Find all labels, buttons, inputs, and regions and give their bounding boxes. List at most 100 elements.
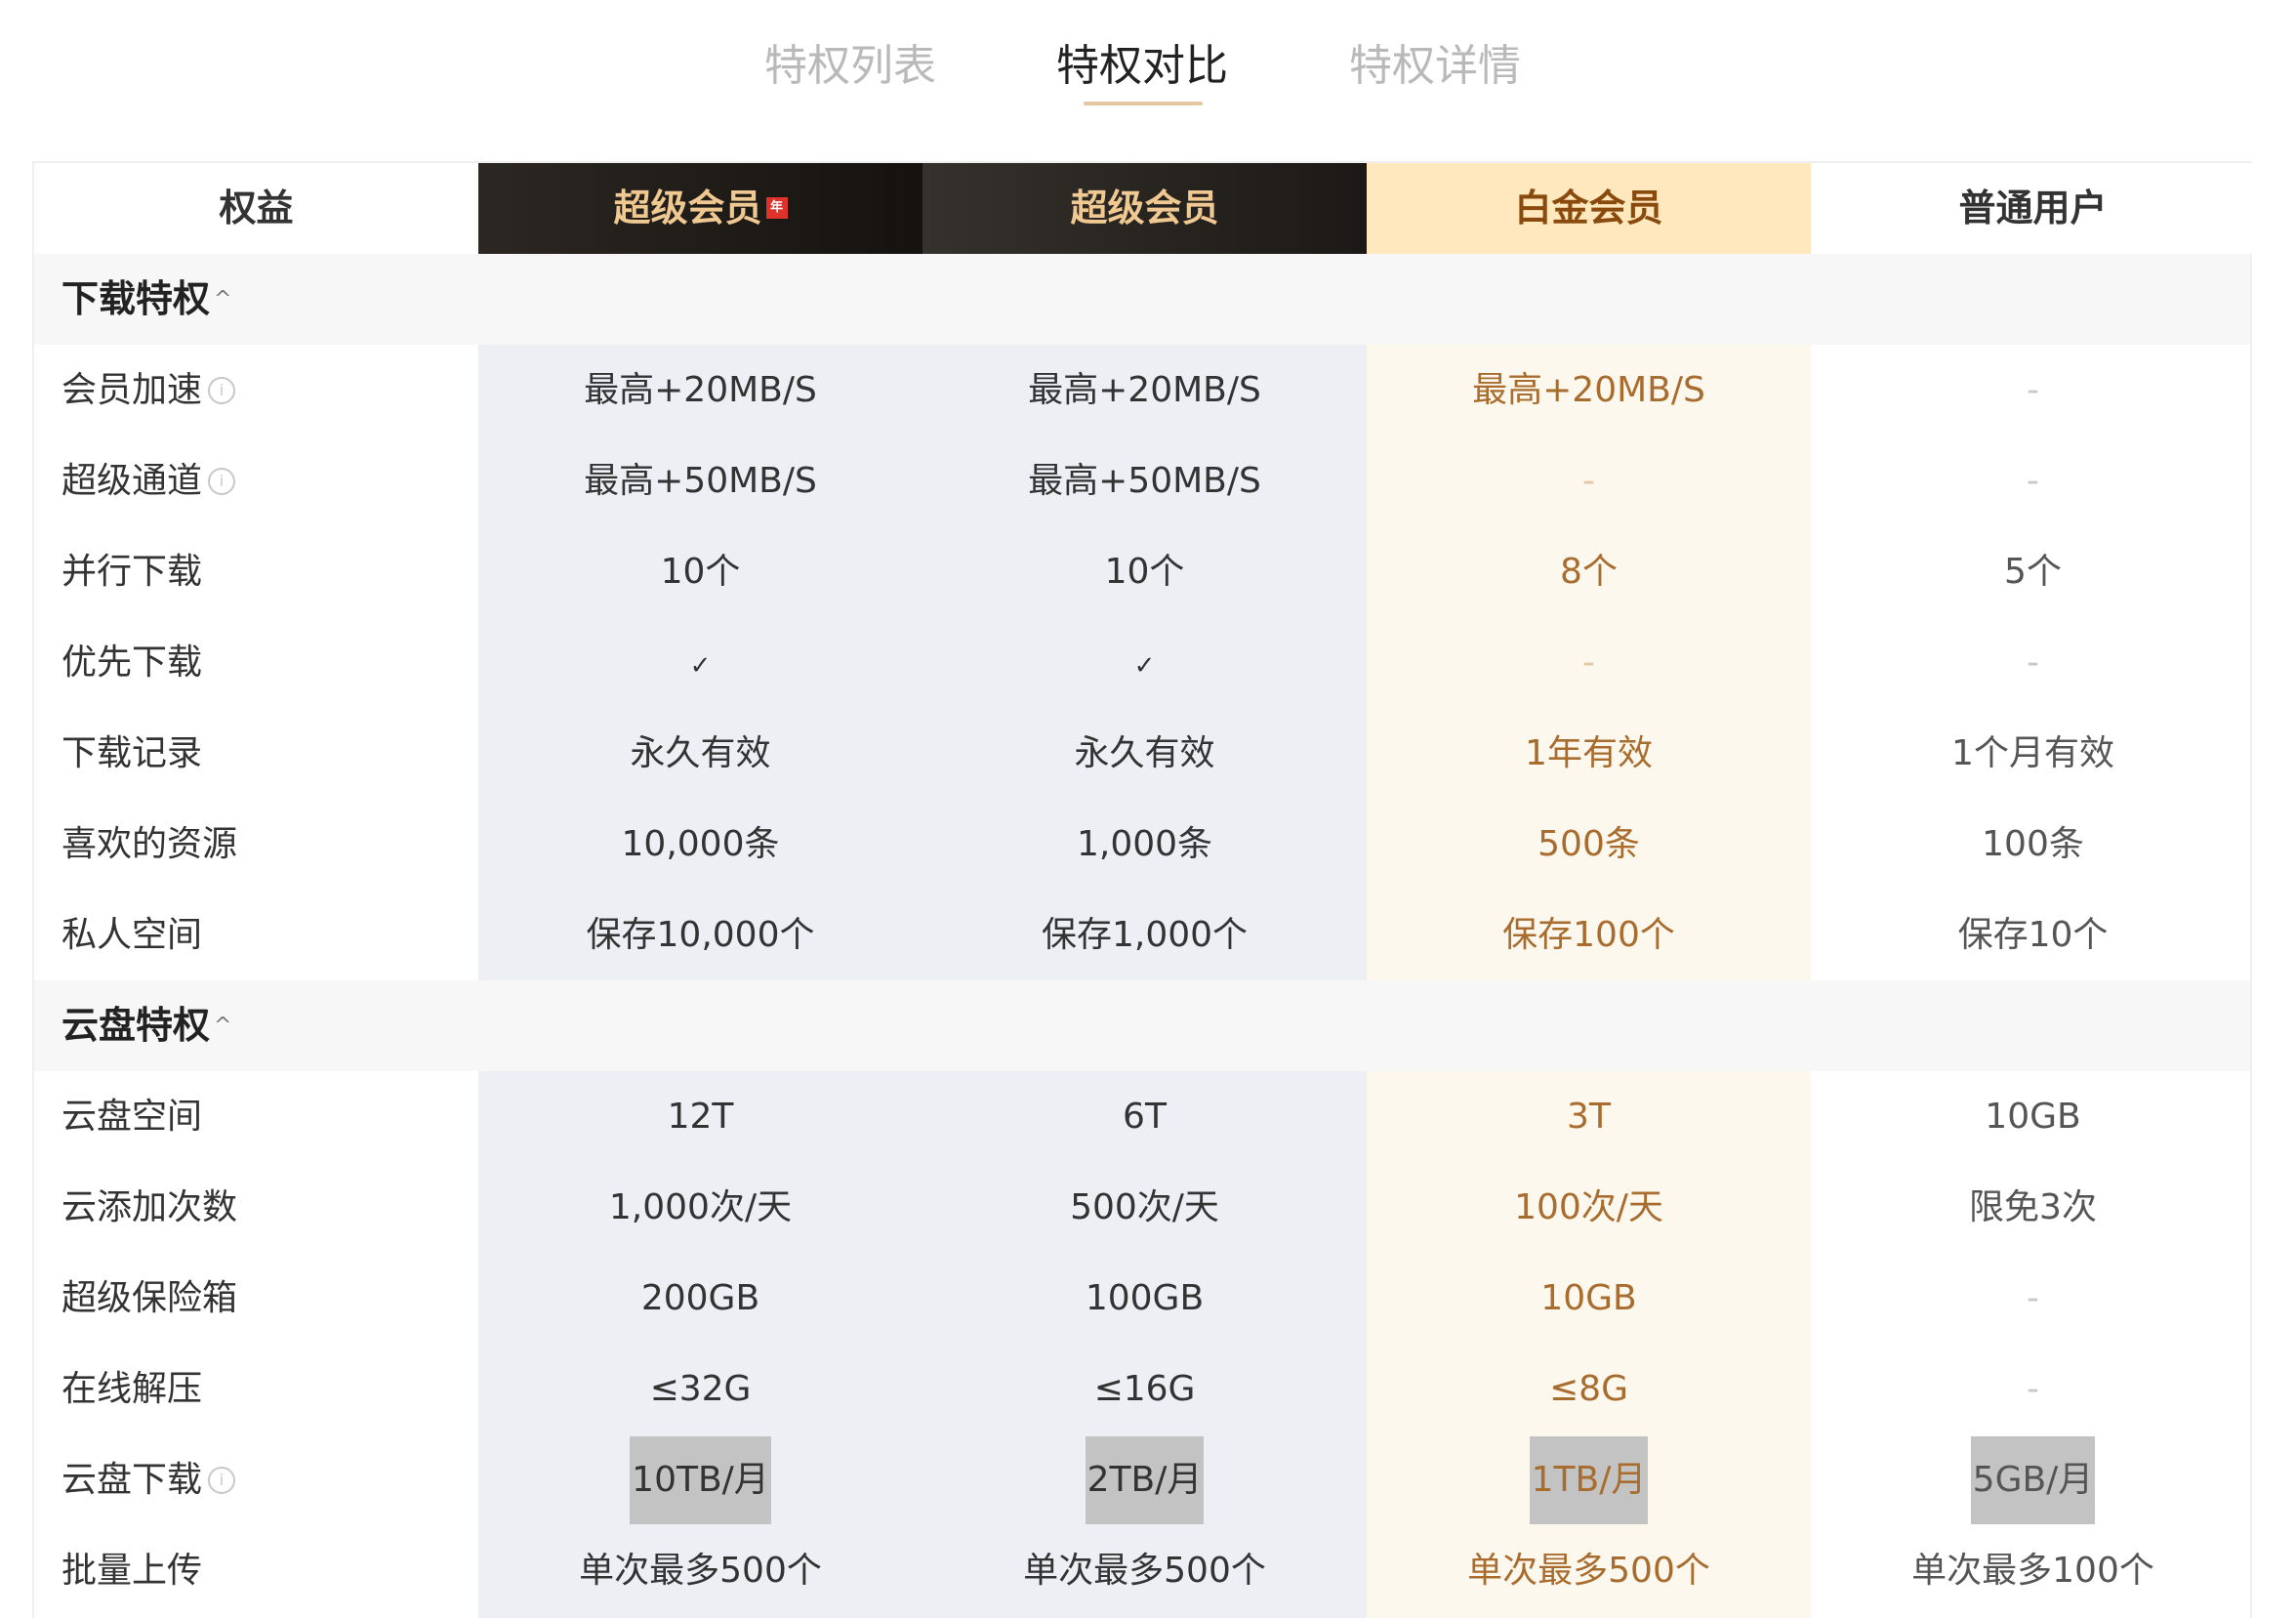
benefit-name-label: 批量上传 <box>62 1551 203 1591</box>
value-cell: 最高+50MB/S <box>478 436 922 526</box>
value-cell: 最高+20MB/S <box>478 345 922 436</box>
year-badge: 年 <box>765 197 788 219</box>
benefit-name-label: 在线解压 <box>62 1369 203 1409</box>
value-cell: 100GB <box>922 1253 1367 1344</box>
value-text: 10个 <box>660 552 741 592</box>
table-row: 优先下载 ✓ ✓ - - <box>34 617 2250 708</box>
value-cell: 5个 <box>1811 526 2255 617</box>
chevron-up-icon[interactable]: ^ <box>214 1014 231 1038</box>
value-cell: 10TB/月 <box>478 1434 922 1525</box>
value-cell: 10个 <box>478 526 922 617</box>
value-cell: 永久有效 <box>922 708 1367 799</box>
value-cell: 最高+50MB/S <box>922 436 1367 526</box>
value-cell: 永久有效 <box>478 708 922 799</box>
value-text: 限免3次 <box>1969 1187 2097 1227</box>
chevron-up-icon[interactable]: ^ <box>214 287 231 311</box>
value-text: 5GB/月 <box>1970 1436 2096 1524</box>
benefit-name-label: 云添加次数 <box>62 1187 238 1227</box>
info-icon[interactable]: i <box>208 1467 236 1494</box>
value-cell: - <box>1811 1253 2255 1344</box>
value-text: 永久有效 <box>630 733 771 773</box>
benefit-name: 超级保险箱 <box>34 1253 478 1344</box>
benefit-name: 云盘下载 i <box>34 1434 478 1525</box>
benefit-name: 优先下载 <box>34 617 478 708</box>
value-text: 3T <box>1567 1097 1611 1137</box>
value-cell: ≤8G <box>1367 1344 1811 1434</box>
value-text: ≤32G <box>649 1369 752 1409</box>
value-text: 1,000次/天 <box>608 1187 793 1227</box>
value-cell: 500条 <box>1367 799 1811 890</box>
active-tab-underline <box>1084 102 1203 105</box>
value-text: 500条 <box>1538 824 1640 864</box>
value-text: 单次最多100个 <box>1911 1551 2154 1591</box>
dash-value: - <box>1582 461 1595 501</box>
header-label: 超级会员 <box>613 187 762 229</box>
value-cell: 10,000条 <box>478 799 922 890</box>
tab-privilege-list[interactable]: 特权列表 <box>704 37 997 96</box>
benefit-name: 下载记录 <box>34 708 478 799</box>
benefit-name: 在线解压 <box>34 1344 478 1434</box>
value-text: 1TB/月 <box>1529 1436 1649 1524</box>
value-cell: 单次最多100个 <box>1811 1525 2255 1616</box>
dash-value: - <box>2027 370 2039 410</box>
dash-value: - <box>2027 1369 2039 1409</box>
value-text: ≤8G <box>1549 1369 1628 1409</box>
check-icon: ✓ <box>689 651 712 681</box>
value-text: 单次最多500个 <box>1467 1551 1710 1591</box>
benefit-name: 会员加速 i <box>34 345 478 436</box>
benefit-name-label: 优先下载 <box>62 643 203 683</box>
header-super-member: 超级会员 <box>922 163 1367 254</box>
value-cell: 500次/天 <box>922 1162 1367 1253</box>
benefit-name: 超级通道 i <box>34 436 478 526</box>
info-icon[interactable]: i <box>208 377 236 404</box>
section-title[interactable]: 下载特权 ^ <box>62 254 231 345</box>
value-text: 最高+20MB/S <box>584 370 817 410</box>
value-cell: 单次最多500个 <box>1367 1525 1811 1616</box>
value-text: 单次最多500个 <box>579 1551 822 1591</box>
info-icon[interactable]: i <box>208 468 236 495</box>
value-cell: 100次/天 <box>1367 1162 1811 1253</box>
value-text: 6T <box>1123 1097 1167 1137</box>
value-cell: 5GB/月 <box>1811 1434 2255 1525</box>
benefit-name: 云盘空间 <box>34 1071 478 1162</box>
section-header: 下载特权 ^ <box>34 254 2250 345</box>
value-text: 10TB/月 <box>630 1436 771 1524</box>
table-row: 并行下载 10个 10个 8个 5个 <box>34 526 2250 617</box>
dash-value: - <box>2027 461 2039 501</box>
table-header: 权益 超级会员年 超级会员 白金会员 普通用户 <box>34 163 2255 254</box>
value-cell: ≤16G <box>922 1344 1367 1434</box>
section-title[interactable]: 云盘特权 ^ <box>62 980 231 1071</box>
table-row: 私人空间 保存10,000个 保存1,000个 保存100个 保存10个 <box>34 890 2250 980</box>
value-cell: - <box>1811 345 2255 436</box>
value-cell: 保存10个 <box>1811 890 2255 980</box>
table-row: 喜欢的资源 10,000条 1,000条 500条 100条 <box>34 799 2250 890</box>
tab-privilege-compare[interactable]: 特权对比 <box>996 37 1289 105</box>
value-text: 保存10,000个 <box>586 915 815 955</box>
benefit-name: 并行下载 <box>34 526 478 617</box>
value-text: 200GB <box>640 1278 760 1318</box>
privilege-tabs: 特权列表 特权对比 特权详情 <box>0 0 2296 161</box>
value-text: 1个月有效 <box>1951 733 2114 773</box>
value-cell: ✓ <box>478 617 922 708</box>
value-text: 10GB <box>1540 1278 1637 1318</box>
table-row: 云盘下载 i 10TB/月 2TB/月 1TB/月 5GB/月 <box>34 1434 2250 1525</box>
value-cell: 10个 <box>922 526 1367 617</box>
benefit-name: 云添加次数 <box>34 1162 478 1253</box>
value-text: 最高+20MB/S <box>1028 370 1261 410</box>
table-row: 云添加次数 1,000次/天 500次/天 100次/天 限免3次 <box>34 1162 2250 1253</box>
section-title-label: 下载特权 <box>62 277 211 320</box>
value-cell: 1年有效 <box>1367 708 1811 799</box>
value-text: 100条 <box>1982 824 2084 864</box>
value-cell: 1个月有效 <box>1811 708 2255 799</box>
value-cell: 单次最多500个 <box>922 1525 1367 1616</box>
value-text: 12T <box>667 1097 734 1137</box>
dash-value: - <box>2027 1278 2039 1318</box>
value-cell: ≤32G <box>478 1344 922 1434</box>
tab-privilege-detail[interactable]: 特权详情 <box>1289 37 1581 96</box>
value-text: 1,000条 <box>1076 824 1213 864</box>
value-cell: 1,000次/天 <box>478 1162 922 1253</box>
benefit-name-label: 超级通道 <box>62 461 203 501</box>
table-row: 超级保险箱 200GB 100GB 10GB - <box>34 1253 2250 1344</box>
comparison-table: 权益 超级会员年 超级会员 白金会员 普通用户 下载特权 ^ 会员加速 i 最高+20M… <box>32 161 2255 1618</box>
value-cell: - <box>1811 436 2255 526</box>
